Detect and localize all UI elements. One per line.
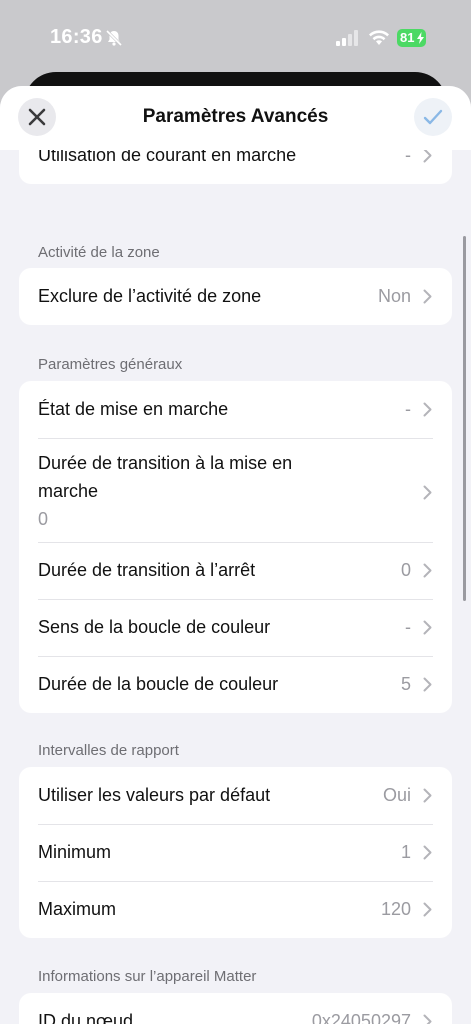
chevron-right-icon bbox=[423, 563, 432, 578]
advanced-settings-sheet: Paramètres Avancés Utilisation de couran… bbox=[0, 86, 471, 1024]
chevron-right-icon bbox=[423, 620, 432, 635]
section-header-report: Intervalles de rapport bbox=[38, 742, 179, 759]
battery-level: 81 bbox=[400, 30, 415, 45]
list-item-minimum[interactable]: Minimum 1 bbox=[19, 824, 452, 881]
general-card: État de mise en marche - Durée de transi… bbox=[19, 381, 452, 713]
signal-icon bbox=[336, 30, 358, 46]
section-header-matter: Informations sur l’appareil Matter bbox=[38, 968, 257, 985]
charging-bolt-icon bbox=[417, 32, 424, 44]
report-card: Utiliser les valeurs par défaut Oui Mini… bbox=[19, 767, 452, 938]
status-bar: 16:36 81 bbox=[0, 0, 471, 76]
row-label: État de mise en marche bbox=[38, 399, 229, 419]
row-label: Maximum bbox=[38, 899, 117, 919]
sheet-header: Paramètres Avancés bbox=[0, 86, 471, 150]
chevron-right-icon bbox=[423, 1014, 432, 1024]
battery-indicator: 81 bbox=[397, 29, 426, 47]
wifi-icon bbox=[369, 30, 389, 45]
row-value: 1 bbox=[400, 842, 411, 862]
row-label: Durée de transition à l’arrêt bbox=[38, 560, 256, 580]
list-item-maximum[interactable]: Maximum 120 bbox=[19, 881, 452, 938]
row-value: 120 bbox=[380, 899, 411, 919]
row-label: ID du nœud bbox=[38, 1011, 134, 1024]
status-time: 16:36 bbox=[50, 26, 103, 48]
page-title: Paramètres Avancés bbox=[142, 106, 329, 127]
scrollbar[interactable] bbox=[463, 236, 466, 601]
matter-card: ID du nœud 0x24050297 bbox=[19, 993, 452, 1024]
chevron-right-icon bbox=[423, 485, 432, 500]
row-value: Oui bbox=[382, 785, 411, 805]
row-label: Exclure de l’activité de zone bbox=[38, 286, 262, 306]
list-item-power-on-state[interactable]: État de mise en marche - bbox=[19, 381, 452, 438]
row-value: - bbox=[405, 617, 411, 637]
row-label: Minimum bbox=[38, 842, 112, 862]
chevron-right-icon bbox=[423, 902, 432, 917]
row-text: Durée de transition à la mise en marche … bbox=[38, 449, 423, 530]
list-item-on-transition-time[interactable]: Durée de transition à la mise en marche … bbox=[19, 438, 452, 542]
list-item-use-defaults[interactable]: Utiliser les valeurs par défaut Oui bbox=[19, 767, 452, 824]
chevron-right-icon bbox=[423, 788, 432, 803]
row-label: Sens de la boucle de couleur bbox=[38, 617, 271, 637]
chevron-right-icon bbox=[423, 845, 432, 860]
zone-card: Exclure de l’activité de zone Non bbox=[19, 268, 452, 325]
checkmark-icon bbox=[423, 109, 443, 125]
bell-slash-icon bbox=[105, 29, 123, 47]
section-header-zone: Activité de la zone bbox=[38, 244, 160, 261]
row-label: Durée de la boucle de couleur bbox=[38, 674, 279, 694]
row-value: Non bbox=[377, 286, 411, 306]
row-label: Utiliser les valeurs par défaut bbox=[38, 785, 271, 805]
row-value: 0 bbox=[38, 509, 49, 529]
list-item-color-loop-time[interactable]: Durée de la boucle de couleur 5 bbox=[19, 656, 452, 713]
row-value: 0x24050297 bbox=[311, 1011, 411, 1024]
chevron-right-icon bbox=[423, 289, 432, 304]
list-item-node-id[interactable]: ID du nœud 0x24050297 bbox=[19, 993, 452, 1024]
confirm-button[interactable] bbox=[414, 98, 452, 136]
row-value: 5 bbox=[400, 674, 411, 694]
list-item-exclude-zone[interactable]: Exclure de l’activité de zone Non bbox=[19, 268, 452, 325]
row-label: Durée de transition à la mise en marche bbox=[38, 453, 293, 501]
chevron-right-icon bbox=[423, 402, 432, 417]
list-item-off-transition-time[interactable]: Durée de transition à l’arrêt 0 bbox=[19, 542, 452, 599]
row-value: - bbox=[405, 399, 411, 419]
list-item-color-loop-direction[interactable]: Sens de la boucle de couleur - bbox=[19, 599, 452, 656]
chevron-right-icon bbox=[423, 148, 432, 163]
chevron-right-icon bbox=[423, 677, 432, 692]
row-value: 0 bbox=[400, 560, 411, 580]
section-header-general: Paramètres généraux bbox=[38, 356, 183, 373]
